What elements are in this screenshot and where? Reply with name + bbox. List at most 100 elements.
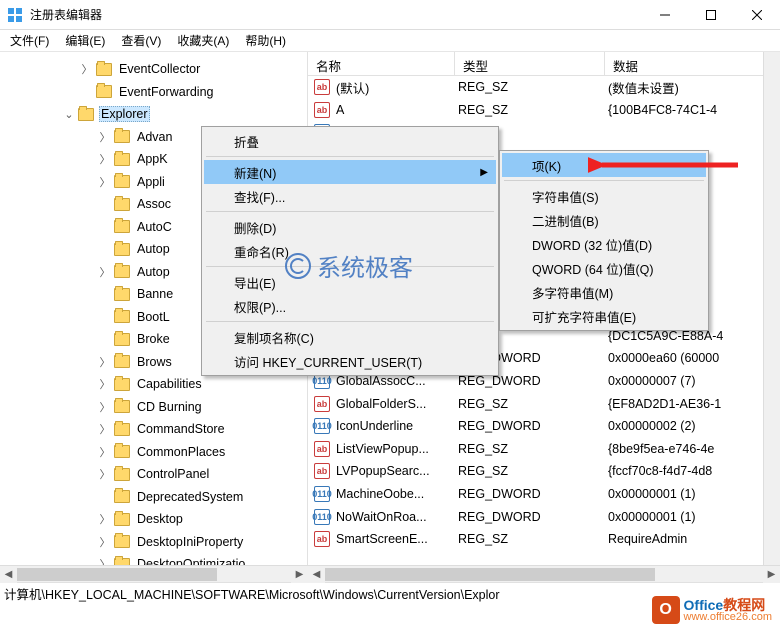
tree-label: Autop xyxy=(135,242,172,256)
value-row[interactable]: 0110MachineOobe...REG_DWORD0x00000001 (1… xyxy=(308,483,780,506)
scroll-right-icon[interactable]: ▶ xyxy=(291,566,308,583)
tree-item[interactable]: 〉 ControlPanel xyxy=(0,463,307,486)
menu-separator xyxy=(206,211,494,212)
value-row[interactable]: 0110IconUnderlineREG_DWORD0x00000002 (2) xyxy=(308,415,780,438)
col-type[interactable]: 类型 xyxy=(455,52,605,75)
value-row[interactable]: abGlobalFolderS...REG_SZ{EF8AD2D1-AE36-1 xyxy=(308,392,780,415)
expand-icon[interactable]: 〉 xyxy=(80,61,94,77)
folder-icon xyxy=(114,198,130,211)
tree-label: EventCollector xyxy=(117,62,202,76)
tree-item[interactable]: 〉CD Burning xyxy=(0,396,307,419)
expand-icon[interactable]: 〉 xyxy=(98,399,112,415)
value-type-icon: ab xyxy=(314,79,330,95)
scroll-left-icon[interactable]: ◀ xyxy=(308,566,325,583)
folder-icon xyxy=(114,378,130,391)
folder-icon xyxy=(114,333,130,346)
context-submenu-new[interactable]: 项(K) 字符串值(S)二进制值(B)DWORD (32 位)值(D)QWORD … xyxy=(499,150,709,331)
tree-item[interactable]: 〉 CommonPlaces xyxy=(0,441,307,464)
folder-icon xyxy=(114,153,130,166)
tree-label: Broke xyxy=(135,332,172,346)
folder-icon xyxy=(114,310,130,323)
expand-icon[interactable]: 〉 xyxy=(98,466,112,482)
value-type: REG_DWORD xyxy=(455,419,605,433)
folder-icon xyxy=(114,468,130,481)
tree-label: Assoc xyxy=(135,197,173,211)
tree-scrollbar-h[interactable]: ◀ ▶ xyxy=(0,565,308,582)
folder-icon xyxy=(114,130,130,143)
tree-item[interactable]: DeprecatedSystem xyxy=(0,486,307,509)
menu-item[interactable]: 查找(F)... xyxy=(204,184,496,208)
menu-favorites[interactable]: 收藏夹(A) xyxy=(169,30,237,51)
value-row[interactable]: 0110NoWaitOnRoa...REG_DWORD0x00000001 (1… xyxy=(308,505,780,528)
tree-label: CommonPlaces xyxy=(135,445,227,459)
expand-icon[interactable]: 〉 xyxy=(98,174,112,190)
menu-item[interactable]: 可扩充字符串值(E) xyxy=(502,304,706,328)
close-button[interactable] xyxy=(734,0,780,30)
value-name: GlobalAssocC... xyxy=(336,374,426,388)
context-menu[interactable]: 折叠新建(N)▶查找(F)... 删除(D)重命名(R) 导出(E)权限(P)...… xyxy=(201,126,499,376)
menu-item[interactable]: 字符串值(S) xyxy=(502,184,706,208)
expand-icon[interactable]: 〉 xyxy=(98,129,112,145)
menu-edit[interactable]: 编辑(E) xyxy=(57,30,113,51)
menu-item[interactable]: 二进制值(B) xyxy=(502,208,706,232)
menu-separator xyxy=(504,180,704,181)
folder-icon xyxy=(78,108,94,121)
scroll-left-icon[interactable]: ◀ xyxy=(0,566,17,583)
expand-icon[interactable]: 〉 xyxy=(98,376,112,392)
tree-item[interactable]: 〉Desktop xyxy=(0,508,307,531)
menu-item[interactable]: 导出(E) xyxy=(204,270,496,294)
expand-icon[interactable]: 〉 xyxy=(98,421,112,437)
value-type-icon: ab xyxy=(314,441,330,457)
value-type-icon: 0110 xyxy=(314,509,330,525)
folder-icon xyxy=(114,220,130,233)
menu-help[interactable]: 帮助(H) xyxy=(237,30,294,51)
value-type: REG_SZ xyxy=(455,397,605,411)
menu-item[interactable]: 权限(P)... xyxy=(204,294,496,318)
value-data: {fccf70c8-f4d7-4d8 xyxy=(605,464,780,478)
value-row[interactable]: abLVPopupSearc...REG_SZ{fccf70c8-f4d7-4d… xyxy=(308,460,780,483)
tree-item[interactable]: 〉CommandStore xyxy=(0,418,307,441)
col-name[interactable]: 名称 xyxy=(308,52,455,75)
value-row[interactable]: abAREG_SZ{100B4FC8-74C1-4 xyxy=(308,99,780,122)
menu-item[interactable]: 新建(N)▶ xyxy=(204,160,496,184)
expand-icon[interactable]: 〉 xyxy=(98,511,112,527)
menu-view[interactable]: 查看(V) xyxy=(113,30,169,51)
menu-item[interactable]: 多字符串值(M) xyxy=(502,280,706,304)
tree-label: Autop xyxy=(135,265,172,279)
tree-item[interactable]: EventForwarding xyxy=(0,81,307,104)
value-type: REG_DWORD xyxy=(455,374,605,388)
menu-item[interactable]: 复制项名称(C) xyxy=(204,325,496,349)
menu-item[interactable]: DWORD (32 位)值(D) xyxy=(502,232,706,256)
list-scrollbar-h[interactable]: ◀ ▶ xyxy=(308,565,780,582)
menu-item[interactable]: QWORD (64 位)值(Q) xyxy=(502,256,706,280)
menu-item[interactable]: 折叠 xyxy=(204,129,496,153)
expand-icon[interactable]: ⌄ xyxy=(62,108,76,121)
tree-label: ControlPanel xyxy=(135,467,211,481)
value-type: REG_SZ xyxy=(455,442,605,456)
value-row[interactable]: abSmartScreenE...REG_SZRequireAdmin xyxy=(308,528,780,551)
menu-file[interactable]: 文件(F) xyxy=(2,30,57,51)
tree-label: AutoC xyxy=(135,220,174,234)
value-row[interactable]: ab(默认)REG_SZ(数值未设置) xyxy=(308,76,780,99)
tree-label: Advan xyxy=(135,130,174,144)
menu-item[interactable]: 访问 HKEY_CURRENT_USER(T) xyxy=(204,349,496,373)
scrollbar-vertical[interactable] xyxy=(763,52,780,565)
tree-item[interactable]: ⌄Explorer xyxy=(0,103,307,126)
value-row[interactable]: abListViewPopup...REG_SZ{8be9f5ea-e746-4… xyxy=(308,438,780,461)
minimize-button[interactable] xyxy=(642,0,688,30)
expand-icon[interactable]: 〉 xyxy=(98,151,112,167)
expand-icon[interactable]: 〉 xyxy=(98,264,112,280)
menu-item[interactable]: 重命名(R) xyxy=(204,239,496,263)
menu-item[interactable]: 项(K) xyxy=(502,153,706,177)
tree-item[interactable]: 〉Capabilities xyxy=(0,373,307,396)
expand-icon[interactable]: 〉 xyxy=(98,534,112,550)
value-type-icon: 0110 xyxy=(314,418,330,434)
expand-icon[interactable]: 〉 xyxy=(98,354,112,370)
tree-item[interactable]: 〉DesktopIniProperty xyxy=(0,531,307,554)
col-data[interactable]: 数据 xyxy=(605,52,780,75)
scroll-right-icon[interactable]: ▶ xyxy=(763,566,780,583)
menu-item[interactable]: 删除(D) xyxy=(204,215,496,239)
maximize-button[interactable] xyxy=(688,0,734,30)
expand-icon[interactable]: 〉 xyxy=(98,444,112,460)
tree-item[interactable]: 〉 EventCollector xyxy=(0,58,307,81)
